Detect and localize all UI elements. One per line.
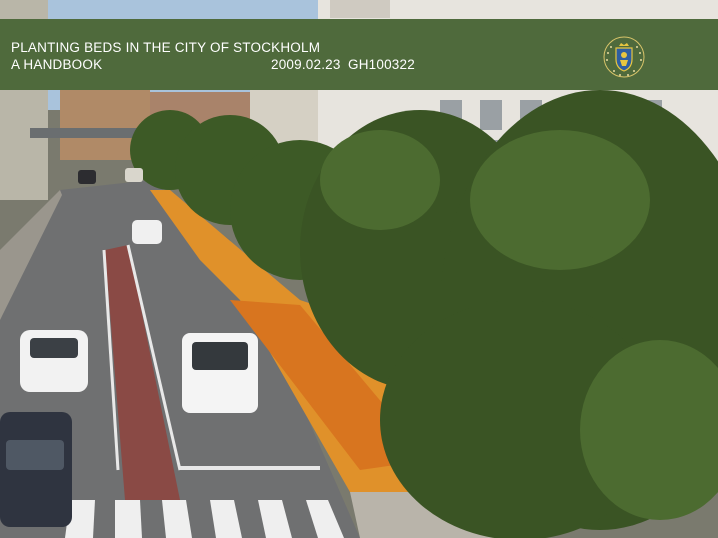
document-cover: PLANTING BEDS IN THE CITY OF STOCKHOLM A… — [0, 0, 718, 538]
stockholm-seal-icon — [603, 36, 645, 78]
title-banner: PLANTING BEDS IN THE CITY OF STOCKHOLM A… — [0, 19, 718, 90]
document-title: PLANTING BEDS IN THE CITY OF STOCKHOLM — [11, 40, 321, 55]
document-date: 2009.02.23 — [271, 57, 341, 72]
document-code: GH100322 — [348, 57, 415, 72]
document-subtitle: A HANDBOOK — [11, 57, 103, 72]
